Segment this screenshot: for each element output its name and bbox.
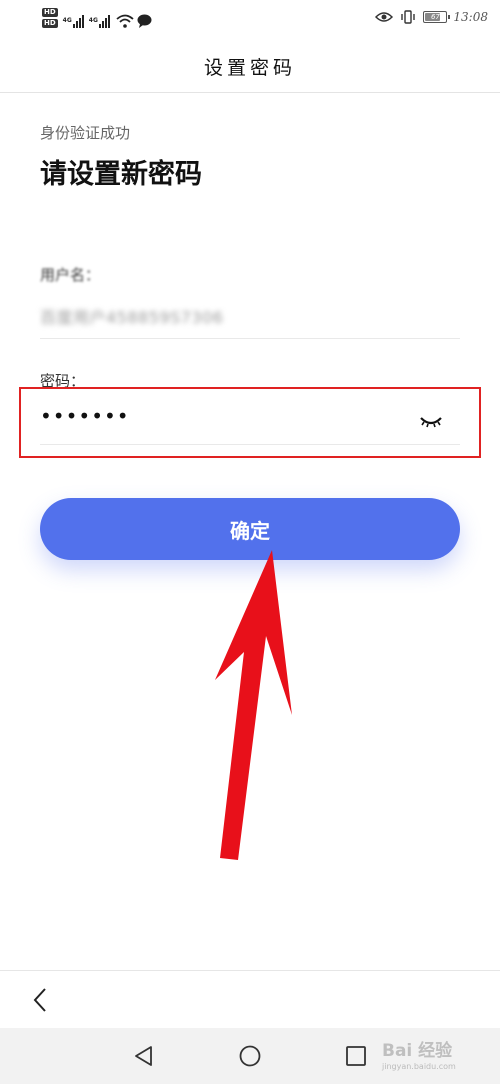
nav-home-icon[interactable] bbox=[238, 1044, 262, 1068]
network-type: 4G bbox=[88, 17, 98, 24]
nav-recent-icon[interactable] bbox=[344, 1044, 368, 1068]
status-left: HD HD 4G 4G bbox=[42, 8, 152, 28]
status-bar: HD HD 4G 4G 67 13:08 bbox=[0, 0, 500, 40]
watermark-url: jingyan.baidu.com bbox=[382, 1062, 456, 1071]
page-title: 请设置新密码 bbox=[40, 159, 202, 190]
eye-comfort-icon bbox=[375, 12, 394, 22]
username-value: 百度用户458859S7306 bbox=[40, 308, 224, 327]
signal-icon bbox=[98, 15, 110, 28]
vibrate-icon bbox=[401, 10, 416, 24]
battery-icon: 67 bbox=[423, 11, 451, 23]
wifi-icon bbox=[116, 14, 134, 28]
username-divider bbox=[40, 338, 460, 339]
battery-level: 67 bbox=[430, 13, 440, 21]
highlight-box bbox=[19, 387, 481, 458]
clock: 13:08 bbox=[453, 10, 488, 24]
bottom-toolbar bbox=[0, 970, 500, 1028]
signal-2: 4G bbox=[89, 15, 110, 28]
watermark: Bai 经验 bbox=[382, 1041, 453, 1061]
status-right: 67 13:08 bbox=[375, 10, 488, 24]
back-arrow-icon[interactable] bbox=[30, 986, 52, 1014]
signal-icon bbox=[72, 15, 84, 28]
verification-subtitle: 身份验证成功 bbox=[40, 124, 131, 142]
app-header: 设置密码 bbox=[0, 40, 500, 93]
page-header-title: 设置密码 bbox=[203, 56, 296, 79]
network-type: 4G bbox=[62, 17, 72, 24]
message-icon bbox=[137, 14, 152, 28]
signal-1: 4G bbox=[63, 15, 84, 28]
nav-back-icon[interactable] bbox=[132, 1044, 156, 1068]
hd-badge: HD bbox=[42, 19, 58, 28]
hd-badge: HD bbox=[42, 8, 58, 17]
hd-badges: HD HD bbox=[42, 8, 58, 28]
red-arrow-annotation bbox=[215, 550, 292, 860]
username-label: 用户名： bbox=[40, 266, 101, 284]
